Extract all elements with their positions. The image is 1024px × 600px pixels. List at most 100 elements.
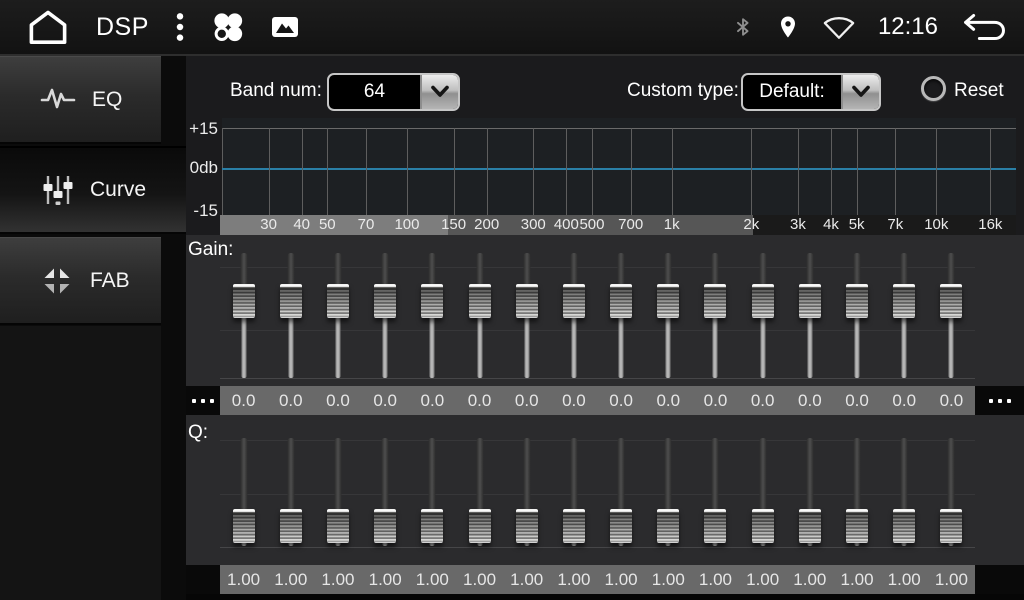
gain-slider[interactable]	[786, 248, 833, 385]
freq-tick-label: 4k	[823, 216, 839, 233]
custom-type-select[interactable]: Default:	[741, 73, 881, 111]
sidebar-item-curve[interactable]: Curve	[0, 146, 186, 234]
grid-line	[895, 128, 896, 215]
gain-slider[interactable]	[503, 248, 550, 385]
q-slider[interactable]	[550, 434, 597, 560]
q-slider-thumb[interactable]	[563, 509, 585, 543]
back-icon[interactable]	[960, 12, 1008, 42]
grid-line	[566, 128, 567, 215]
gain-scroll-left-button[interactable]	[186, 386, 220, 415]
gain-slider[interactable]	[692, 248, 739, 385]
kebab-menu-icon[interactable]	[175, 12, 185, 42]
q-slider-thumb[interactable]	[280, 509, 302, 543]
gain-slider[interactable]	[362, 248, 409, 385]
q-slider-thumb[interactable]	[516, 509, 538, 543]
ellipsis-icon	[192, 399, 214, 403]
gain-slider-thumb[interactable]	[940, 284, 962, 318]
custom-type-value: Default:	[743, 75, 841, 109]
q-value: 1.00	[409, 565, 456, 594]
q-slider[interactable]	[645, 434, 692, 560]
q-slider[interactable]	[833, 434, 880, 560]
q-section-label: Q:	[188, 422, 208, 444]
gain-slider-thumb[interactable]	[752, 284, 774, 318]
q-slider[interactable]	[786, 434, 833, 560]
q-slider[interactable]	[409, 434, 456, 560]
gain-slider-thumb[interactable]	[799, 284, 821, 318]
q-slider-thumb[interactable]	[799, 509, 821, 543]
gain-slider-thumb[interactable]	[893, 284, 915, 318]
gain-slider[interactable]	[739, 248, 786, 385]
gain-slider-thumb[interactable]	[657, 284, 679, 318]
gain-slider[interactable]	[598, 248, 645, 385]
sidebar-item-fab[interactable]: FAB	[0, 237, 161, 325]
grid-line	[672, 128, 673, 215]
q-slider[interactable]	[314, 434, 361, 560]
gain-slider-thumb[interactable]	[327, 284, 349, 318]
gain-slider[interactable]	[409, 248, 456, 385]
gain-slider[interactable]	[645, 248, 692, 385]
grid-line	[407, 128, 408, 215]
sidebar-item-eq[interactable]: EQ	[0, 56, 161, 144]
q-slider-thumb[interactable]	[893, 509, 915, 543]
gain-value: 0.0	[267, 386, 314, 415]
q-slider-thumb[interactable]	[327, 509, 349, 543]
gain-scroll-right-button[interactable]	[975, 386, 1024, 415]
gain-slider[interactable]	[267, 248, 314, 385]
q-slider-thumb[interactable]	[657, 509, 679, 543]
gain-slider-thumb[interactable]	[563, 284, 585, 318]
q-slider-thumb[interactable]	[752, 509, 774, 543]
q-slider[interactable]	[267, 434, 314, 560]
gain-slider[interactable]	[881, 248, 928, 385]
gain-slider-thumb[interactable]	[280, 284, 302, 318]
chevron-down-icon[interactable]	[841, 75, 879, 109]
gain-slider[interactable]	[314, 248, 361, 385]
reset-radio[interactable]	[921, 76, 946, 101]
freq-tick-label: 500	[579, 216, 604, 233]
q-slider[interactable]	[692, 434, 739, 560]
q-slider[interactable]	[598, 434, 645, 560]
eq-plot[interactable]	[222, 118, 1016, 215]
q-slider-thumb[interactable]	[469, 509, 491, 543]
gain-slider[interactable]	[550, 248, 597, 385]
sidebar-item-label: FAB	[90, 269, 130, 293]
apps-clover-icon[interactable]	[211, 10, 245, 44]
q-slider[interactable]	[362, 434, 409, 560]
gain-slider-thumb[interactable]	[846, 284, 868, 318]
q-slider-thumb[interactable]	[704, 509, 726, 543]
q-slider-thumb[interactable]	[374, 509, 396, 543]
chevron-down-icon[interactable]	[420, 75, 458, 109]
gain-slider[interactable]	[220, 248, 267, 385]
q-slider[interactable]	[928, 434, 975, 560]
gain-slider-thumb[interactable]	[610, 284, 632, 318]
gain-slider[interactable]	[833, 248, 880, 385]
freq-axis: 304050701001502003004005007001k2k3k4k5k7…	[220, 215, 1016, 235]
q-slider-thumb[interactable]	[233, 509, 255, 543]
q-value: 1.00	[362, 565, 409, 594]
band-num-select[interactable]: 64	[327, 73, 460, 111]
q-value: 1.00	[833, 565, 880, 594]
q-slider[interactable]	[739, 434, 786, 560]
gain-slider[interactable]	[928, 248, 975, 385]
gain-slider-thumb[interactable]	[516, 284, 538, 318]
freq-tick-label: 2k	[743, 216, 759, 233]
home-icon[interactable]	[26, 9, 70, 45]
gain-value: 0.0	[692, 386, 739, 415]
gain-slider-thumb[interactable]	[704, 284, 726, 318]
q-slider[interactable]	[503, 434, 550, 560]
q-slider-thumb[interactable]	[940, 509, 962, 543]
gain-slider-thumb[interactable]	[374, 284, 396, 318]
gain-slider[interactable]	[456, 248, 503, 385]
q-slider[interactable]	[456, 434, 503, 560]
freq-tick-label: 100	[394, 216, 419, 233]
grid-line	[327, 128, 328, 215]
q-slider[interactable]	[220, 434, 267, 560]
gain-slider-thumb[interactable]	[469, 284, 491, 318]
q-slider-thumb[interactable]	[421, 509, 443, 543]
q-slider[interactable]	[881, 434, 928, 560]
q-slider-thumb[interactable]	[846, 509, 868, 543]
gain-slider-thumb[interactable]	[233, 284, 255, 318]
gain-slider-thumb[interactable]	[421, 284, 443, 318]
freq-tick-label: 10k	[924, 216, 948, 233]
q-slider-thumb[interactable]	[610, 509, 632, 543]
gallery-icon[interactable]	[271, 14, 299, 40]
